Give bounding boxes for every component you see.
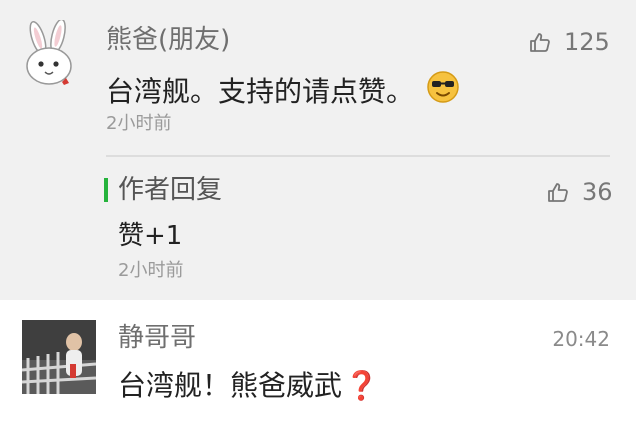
question-mark-icon: ❓: [344, 369, 379, 402]
comment-username-2[interactable]: 静哥哥: [118, 322, 196, 354]
reply-like-count: 36: [582, 178, 613, 206]
comment-username[interactable]: 熊爸(朋友): [106, 24, 230, 56]
comment-text: 台湾舰。支持的请点赞。: [106, 70, 460, 113]
comment-text-content: 台湾舰。支持的请点赞。: [106, 74, 415, 108]
comment-text-2-main: 台湾舰！熊爸威武: [118, 369, 343, 402]
comment-time-2: 20:42: [552, 327, 610, 351]
reply-time: 2小时前: [118, 260, 184, 281]
comment-time: 2小时前: [106, 113, 172, 134]
reply-divider: [106, 155, 610, 157]
comment-like-group[interactable]: 125: [528, 27, 610, 57]
reply-like-group[interactable]: 36: [546, 177, 613, 207]
sunglasses-smiley-icon: [426, 70, 460, 113]
author-reply-text: 赞+1: [118, 221, 183, 251]
author-reply-label: 作者回复: [118, 175, 223, 205]
thumbs-up-icon[interactable]: [546, 180, 570, 204]
comment-text-2: 台湾舰！熊爸威武 ❓: [118, 368, 379, 404]
thumbs-up-icon[interactable]: [528, 30, 552, 54]
author-reply-bar: [104, 178, 108, 202]
rabbit-avatar-icon[interactable]: [18, 18, 82, 90]
photo-avatar[interactable]: [22, 320, 96, 394]
like-count: 125: [564, 28, 610, 56]
